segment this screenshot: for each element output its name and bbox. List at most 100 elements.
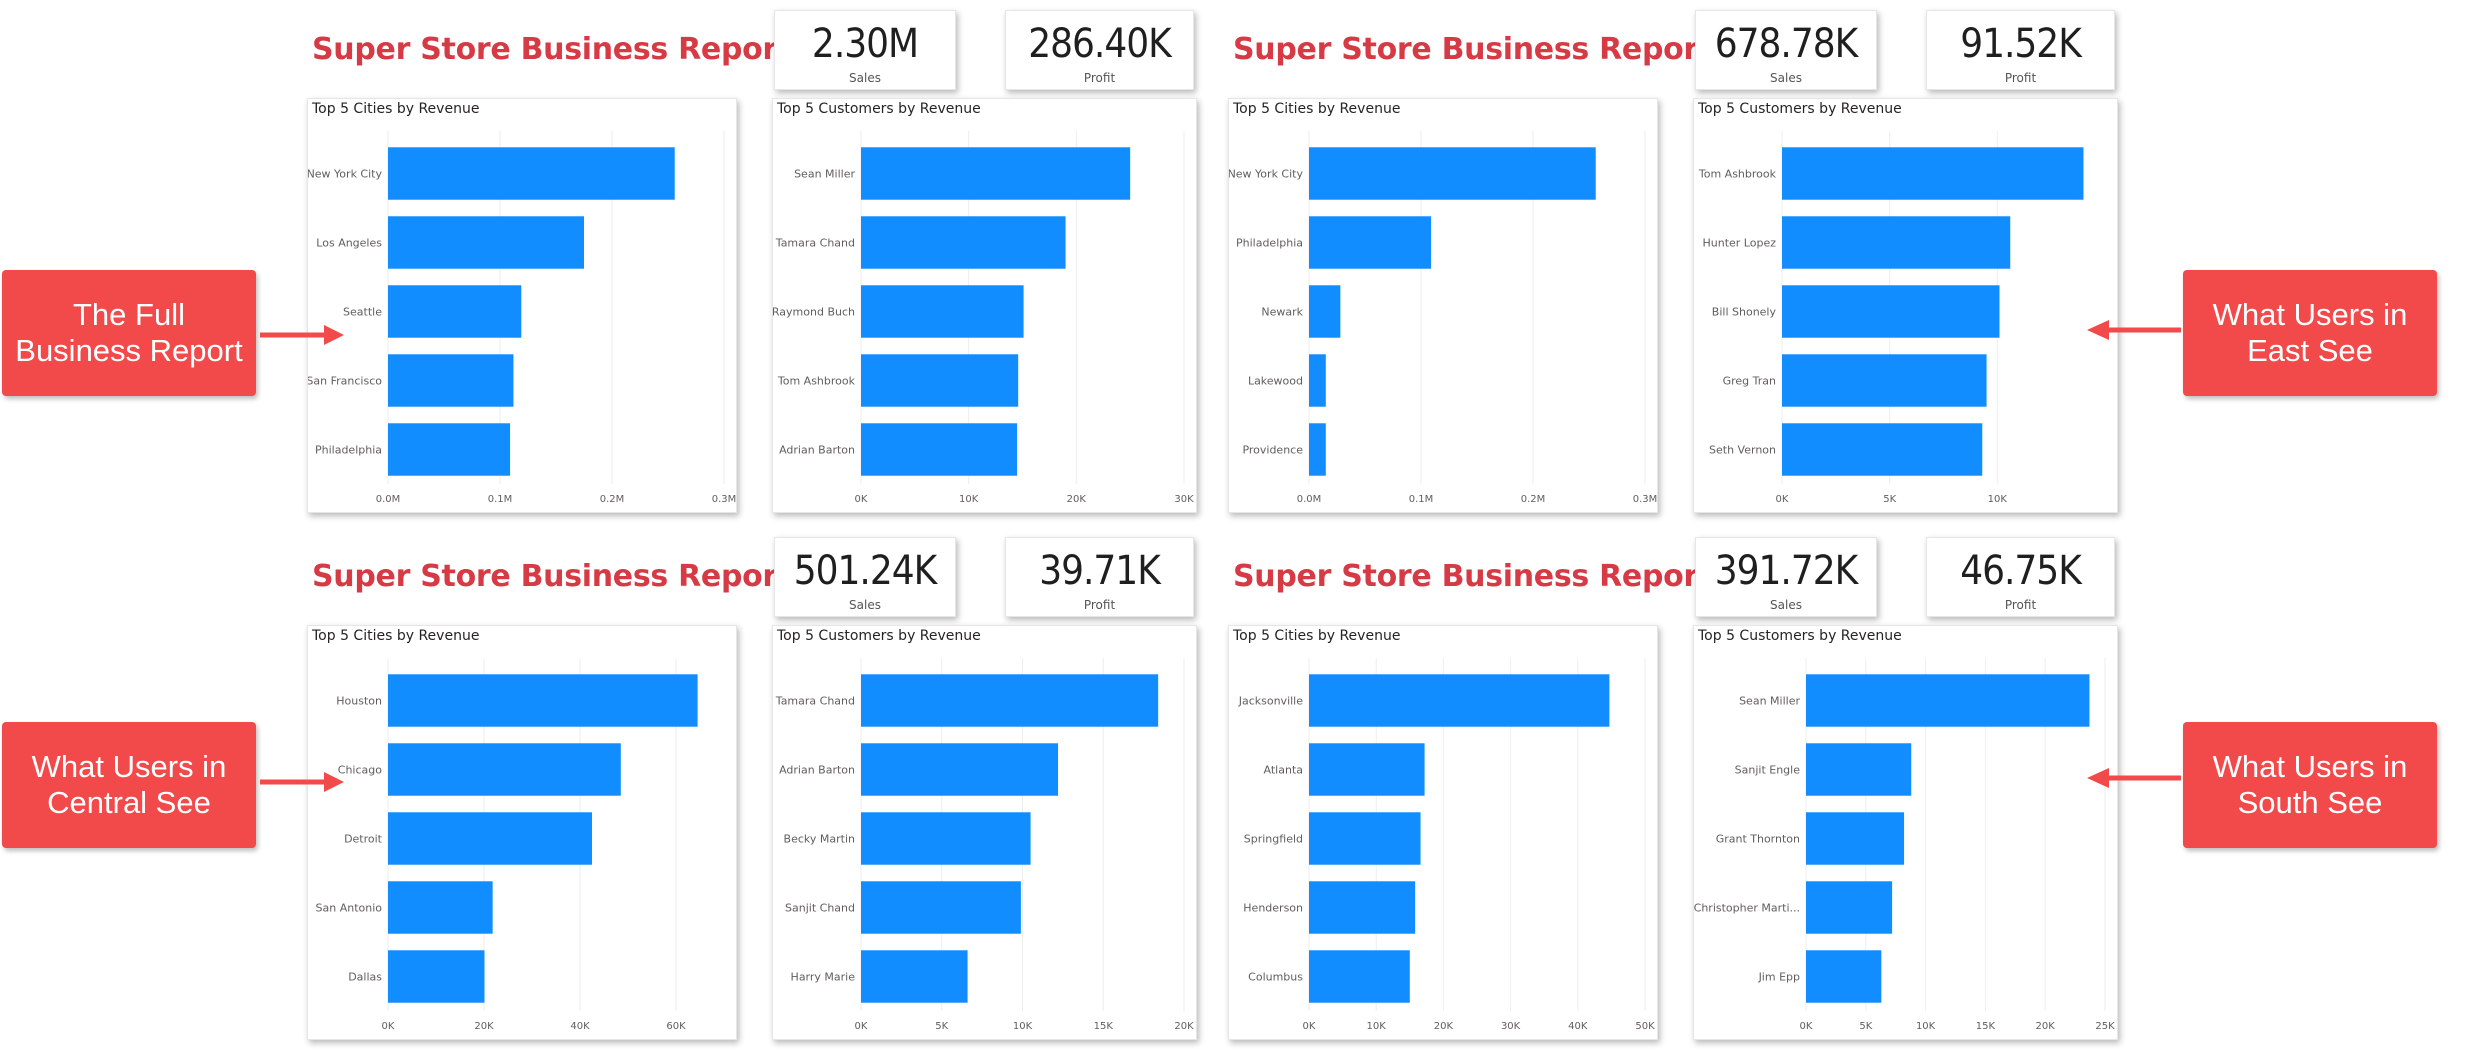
x-tick-label: 10K: [959, 494, 979, 505]
bar: [861, 354, 1019, 407]
bar-chart-plot: 0K 5K 10K Tom Ashbrook Hunter Lopez Bill Shon…: [1698, 131, 2084, 505]
x-tick-label: 30K: [1174, 494, 1194, 505]
category-label: Tom Ashbrook: [777, 375, 856, 388]
x-tick-label: 20K: [1434, 1021, 1454, 1032]
sales-label: Sales: [1770, 71, 1802, 85]
category-label: Raymond Buch: [773, 306, 855, 319]
chart-title: Top 5 Cities by Revenue: [312, 628, 480, 644]
cities-chart: 0K 20K 40K 60K Houston Chicago Detroit San Anto…: [307, 625, 737, 1040]
report-title: Super Store Business Report: [1233, 559, 1712, 594]
category-label: Adrian Barton: [779, 444, 855, 457]
arrow-right-icon: [260, 325, 344, 345]
bar: [861, 743, 1059, 796]
customers-chart: 0K 5K 10K 15K 20K 25K Sean Miller Sanjit Engle G…: [1693, 625, 2118, 1040]
bar: [388, 216, 584, 269]
chart-title: Top 5 Customers by Revenue: [777, 628, 981, 644]
sales-kpi-card: 391.72K Sales: [1695, 537, 1877, 617]
category-label: Henderson: [1243, 902, 1303, 915]
bar: [861, 674, 1159, 727]
category-label: Jacksonville: [1238, 695, 1304, 708]
callout-text: The Full Business Report: [15, 297, 243, 368]
bar-chart-plot: 0K 5K 10K 15K 20K 25K Sean Miller Sanjit Engle G…: [1694, 658, 2115, 1032]
x-tick-label: 50K: [1635, 1021, 1655, 1032]
arrow-left-icon: [2087, 768, 2181, 788]
cities-chart: 0K 10K 20K 30K 40K 50K Jacksonville Atlanta Spri…: [1228, 625, 1658, 1040]
bar: [388, 743, 621, 796]
bar: [388, 147, 675, 200]
bar: [861, 216, 1066, 269]
profit-value: 286.40K: [1028, 21, 1171, 67]
callout-east: What Users in East See: [2183, 270, 2437, 396]
category-label: Tamara Chand: [775, 695, 855, 708]
sales-kpi-card: 678.78K Sales: [1695, 10, 1877, 90]
x-tick-label: 10K: [1013, 1021, 1033, 1032]
profit-kpi-card: 39.71K Profit: [1005, 537, 1194, 617]
chart-title: Top 5 Customers by Revenue: [1698, 101, 1902, 117]
customers-chart: 0K 5K 10K 15K 20K Tamara Chand Adrian Barton Be…: [772, 625, 1197, 1040]
x-tick-label: 20K: [474, 1021, 494, 1032]
category-label: Sanjit Engle: [1735, 764, 1801, 777]
x-tick-label: 0K: [1776, 494, 1789, 505]
x-tick-label: 0.3M: [1633, 494, 1657, 505]
category-label: Sean Miller: [794, 168, 855, 181]
category-label: Christopher Marti...: [1694, 902, 1800, 915]
profit-value: 39.71K: [1039, 548, 1161, 594]
bar: [861, 285, 1024, 338]
x-tick-label: 40K: [570, 1021, 590, 1032]
bar: [388, 950, 485, 1003]
callout-south: What Users in South See: [2183, 722, 2437, 848]
x-tick-label: 20K: [2036, 1021, 2056, 1032]
report-title: Super Store Business Report: [1233, 32, 1712, 67]
bar: [388, 354, 514, 407]
cities-chart: 0.0M 0.1M 0.2M 0.3M New York City Philadelphi…: [1228, 98, 1658, 513]
cities-chart: 0.0M 0.1M 0.2M 0.3M New York City Los Angeles…: [307, 98, 737, 513]
category-label: San Antonio: [316, 902, 383, 915]
bar: [388, 285, 522, 338]
bar: [1806, 950, 1882, 1003]
report-east: Super Store Business Report 678.78K Sale…: [1228, 10, 2148, 530]
profit-kpi-card: 46.75K Profit: [1926, 537, 2115, 617]
x-tick-label: 0K: [1800, 1021, 1813, 1032]
callout-central: What Users in Central See: [2, 722, 256, 848]
bar-chart-plot: 0K 20K 40K 60KHoustonChicagoDetroitSan Anto…: [316, 658, 698, 1032]
bar: [1782, 354, 1987, 407]
profit-label: Profit: [1083, 598, 1116, 612]
bar: [861, 423, 1018, 476]
x-tick-label: 0.1M: [488, 494, 513, 505]
sales-value: 501.24K: [793, 548, 937, 594]
category-label: Houston: [336, 695, 382, 708]
bar: [861, 881, 1021, 934]
profit-label: Profit: [2004, 71, 2037, 85]
x-tick-label: 0K: [382, 1021, 395, 1032]
x-tick-label: 20K: [1067, 494, 1087, 505]
x-tick-label: 0.0M: [376, 494, 401, 505]
x-tick-label: 15K: [1094, 1021, 1114, 1032]
category-label: Los Angeles: [316, 237, 382, 250]
x-tick-label: 0.0M: [1297, 494, 1322, 505]
category-label: Providence: [1242, 444, 1303, 457]
bar: [861, 812, 1031, 865]
x-tick-label: 10K: [1367, 1021, 1387, 1032]
x-tick-label: 0K: [855, 494, 868, 505]
profit-kpi-card: 91.52K Profit: [1926, 10, 2115, 90]
category-label: Atlanta: [1264, 764, 1303, 777]
bar-chart-plot: 0.0M 0.1M 0.2M 0.3M New York City Philadelphi…: [1229, 131, 1657, 505]
chart-title: Top 5 Cities by Revenue: [1233, 101, 1401, 117]
bar: [1782, 423, 1983, 476]
category-label: Bill Shonely: [1712, 306, 1777, 319]
report-central: Super Store Business Report 501.24K Sale…: [307, 537, 1227, 1057]
x-tick-label: 0.2M: [600, 494, 625, 505]
category-label: Sean Miller: [1739, 695, 1800, 708]
bar: [1309, 423, 1326, 476]
x-tick-label: 5K: [1883, 494, 1896, 505]
profit-label: Profit: [2004, 598, 2037, 612]
x-tick-label: 0.2M: [1521, 494, 1546, 505]
sales-value: 678.78K: [1714, 21, 1858, 67]
callout-text: What Users in East See: [2212, 297, 2408, 368]
report-south: Super Store Business Report 391.72K Sale…: [1228, 537, 2148, 1057]
category-label: Sanjit Chand: [785, 902, 855, 915]
category-label: Springfield: [1244, 833, 1303, 846]
category-label: Harry Marie: [791, 971, 856, 984]
x-tick-label: 0.3M: [712, 494, 736, 505]
x-tick-label: 25K: [2095, 1021, 2115, 1032]
